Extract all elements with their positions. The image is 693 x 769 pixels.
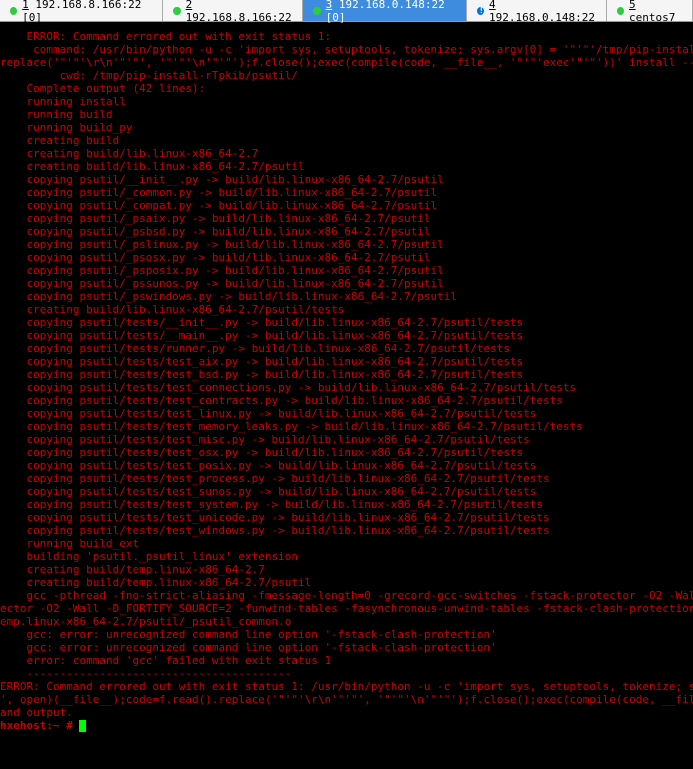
terminal-line: ', open)(__file__);code=f.read().replace… <box>0 693 693 706</box>
tab-index: 5 <box>629 0 636 11</box>
terminal-line: gcc: error: unrecognized command line op… <box>0 641 693 654</box>
tab-index: 1 <box>22 0 29 11</box>
terminal-line: copying psutil/tests/test_aix.py -> buil… <box>0 355 693 368</box>
terminal-line: copying psutil/_compat.py -> build/lib.l… <box>0 199 693 212</box>
terminal-line: Complete output (42 lines): <box>0 82 693 95</box>
terminal-line: copying psutil/tests/test_connections.py… <box>0 381 693 394</box>
terminal-line: creating build/lib.linux-x86_64-2.7/psut… <box>0 303 693 316</box>
terminal-line: running build <box>0 108 693 121</box>
terminal-line: gcc -pthread -fno-strict-aliasing -fmess… <box>0 589 693 602</box>
terminal-line: copying psutil/_psbsd.py -> build/lib.li… <box>0 225 693 238</box>
terminal-line: copying psutil/tests/test_sunos.py -> bu… <box>0 485 693 498</box>
terminal-line: creating build/lib.linux-x86_64-2.7/psut… <box>0 160 693 173</box>
terminal-line: copying psutil/tests/test_unicode.py -> … <box>0 511 693 524</box>
terminal-line: ector -O2 -Wall -D_FORTIFY_SOURCE=2 -fun… <box>0 602 693 615</box>
terminal-line: copying psutil/_pssunos.py -> build/lib.… <box>0 277 693 290</box>
terminal-line: copying psutil/tests/runner.py -> build/… <box>0 342 693 355</box>
terminal-line: building 'psutil._psutil_linux' extensio… <box>0 550 693 563</box>
terminal-line: creating build/temp.linux-x86_64-2.7/psu… <box>0 576 693 589</box>
terminal-line: copying psutil/tests/test_process.py -> … <box>0 472 693 485</box>
terminal-line: copying psutil/__init__.py -> build/lib.… <box>0 173 693 186</box>
terminal-line: running build_py <box>0 121 693 134</box>
status-dot-icon <box>10 7 17 15</box>
tab-index: 2 <box>186 0 193 11</box>
tab-label: 192.168.0.148:22 <box>489 11 595 24</box>
tab-index: 4 <box>489 0 496 11</box>
terminal-line: emp.linux-x86_64-2.7/psutil/_psutil_comm… <box>0 615 693 628</box>
terminal-line: command: /usr/bin/python -u -c 'import s… <box>0 43 693 56</box>
terminal-line: copying psutil/tests/test_windows.py -> … <box>0 524 693 537</box>
terminal-line: ERROR: Command errored out with exit sta… <box>0 30 693 43</box>
terminal-line: ERROR: Command errored out with exit sta… <box>0 680 693 693</box>
terminal-line: cwd: /tmp/pip-install-rTpkib/psutil/ <box>0 69 693 82</box>
tab-2[interactable]: 2 192.168.8.166:22 <box>163 0 303 21</box>
terminal-line: copying psutil/tests/test_bsd.py -> buil… <box>0 368 693 381</box>
terminal-output[interactable]: ERROR: Command errored out with exit sta… <box>0 22 693 732</box>
terminal-line: copying psutil/tests/test_posix.py -> bu… <box>0 459 693 472</box>
terminal-line: copying psutil/_psaix.py -> build/lib.li… <box>0 212 693 225</box>
terminal-line: copying psutil/_psosx.py -> build/lib.li… <box>0 251 693 264</box>
terminal-line: and output. <box>0 706 693 719</box>
terminal-line: running build_ext <box>0 537 693 550</box>
terminal-line: error: command 'gcc' failed with exit st… <box>0 654 693 667</box>
status-dot-icon <box>617 7 624 15</box>
terminal-line: ---------------------------------------- <box>0 667 693 680</box>
terminal-line: copying psutil/tests/test_system.py -> b… <box>0 498 693 511</box>
terminal-prompt[interactable]: hxehost:~ # <box>0 719 693 732</box>
terminal-line: creating build/lib.linux-x86_64-2.7 <box>0 147 693 160</box>
tab-3[interactable]: 3 192.168.0.148:22 [0] <box>303 0 466 21</box>
terminal-line: copying psutil/tests/test_misc.py -> bui… <box>0 433 693 446</box>
status-dot-icon <box>313 7 320 15</box>
terminal-line: copying psutil/_pslinux.py -> build/lib.… <box>0 238 693 251</box>
tab-label: 192.168.8.166:22 <box>186 11 292 24</box>
tab-label: 192.168.0.148:22 [0] <box>326 0 445 24</box>
terminal-line: running install <box>0 95 693 108</box>
tab-label: 192.168.8.166:22 [0] <box>22 0 141 24</box>
status-dot-icon <box>173 7 180 15</box>
tab-4[interactable]: 4 192.168.0.148:22 <box>467 0 607 21</box>
terminal-line: copying psutil/tests/test_memory_leaks.p… <box>0 420 693 433</box>
terminal-line: replace('"'"'\r\n'"'"', '"'"'\n'"'"');f.… <box>0 56 693 69</box>
tab-index: 3 <box>326 0 333 11</box>
terminal-line: creating build <box>0 134 693 147</box>
terminal-line: copying psutil/tests/test_linux.py -> bu… <box>0 407 693 420</box>
terminal-line: creating build/temp.linux-x86_64-2.7 <box>0 563 693 576</box>
terminal-line: gcc: error: unrecognized command line op… <box>0 628 693 641</box>
tab-bar: 1 192.168.8.166:22 [0] 2 192.168.8.166:2… <box>0 0 693 22</box>
terminal-line: copying psutil/_common.py -> build/lib.l… <box>0 186 693 199</box>
terminal-line: copying psutil/tests/test_osx.py -> buil… <box>0 446 693 459</box>
terminal-line: copying psutil/tests/test_contracts.py -… <box>0 394 693 407</box>
terminal-line: copying psutil/tests/__init__.py -> buil… <box>0 316 693 329</box>
tab-label: centos7 <box>629 11 675 24</box>
prompt-text: hxehost:~ # <box>0 719 73 732</box>
tab-5[interactable]: 5 centos7 <box>607 0 693 21</box>
cursor-icon <box>79 720 86 732</box>
terminal-line: copying psutil/tests/__main__.py -> buil… <box>0 329 693 342</box>
status-alert-icon <box>477 7 484 15</box>
terminal-line: copying psutil/_psposix.py -> build/lib.… <box>0 264 693 277</box>
terminal-line: copying psutil/_pswindows.py -> build/li… <box>0 290 693 303</box>
tab-1[interactable]: 1 192.168.8.166:22 [0] <box>0 0 163 21</box>
